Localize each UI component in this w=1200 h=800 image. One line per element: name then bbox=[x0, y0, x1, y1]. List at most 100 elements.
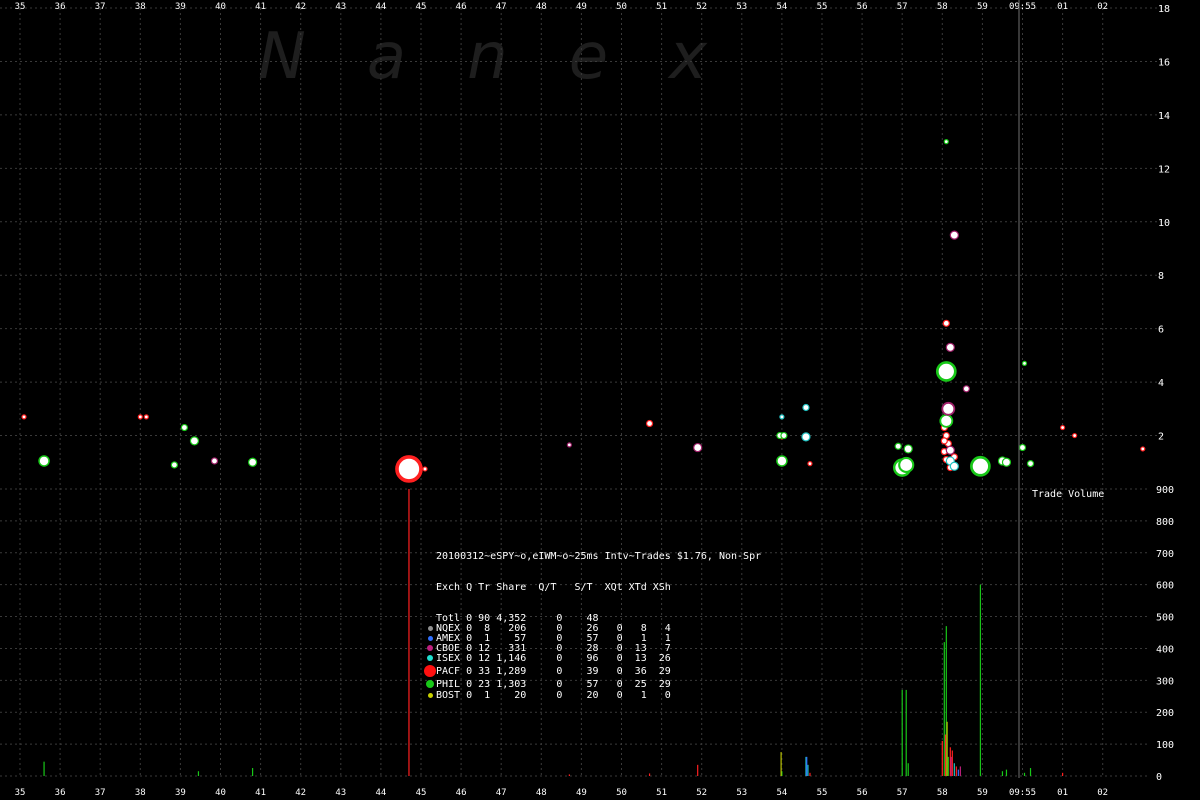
x-tick-label-top: 46 bbox=[456, 2, 467, 12]
trade-point-phil bbox=[1021, 360, 1028, 367]
trade-point-phil bbox=[943, 139, 949, 145]
trade-point-phil bbox=[935, 361, 957, 382]
x-tick-label-bottom: 41 bbox=[255, 788, 266, 798]
trade-point-cboe bbox=[945, 342, 955, 352]
x-tick-label-bottom: 56 bbox=[857, 788, 868, 798]
price-y-tick-label: 14 bbox=[1158, 111, 1170, 122]
y-axis-ticks: 2 4 6 8 10 12 14 16 18 0 100 200 300 400 500 600 700 800 9… bbox=[1156, 4, 1174, 783]
trade-point-phil bbox=[38, 455, 50, 467]
legend-row-text: BOST 0 1 20 0 20 0 1 0 bbox=[436, 690, 671, 702]
x-tick-label-top: 56 bbox=[857, 2, 868, 12]
trade-point-isex bbox=[779, 414, 785, 420]
trade-point-pacf bbox=[137, 414, 143, 420]
x-tick-label-bottom: 58 bbox=[937, 788, 948, 798]
trade-volume-label: Trade Volume bbox=[1032, 489, 1105, 500]
x-tick-label-bottom: 02 bbox=[1097, 788, 1108, 798]
nanex-watermark: N a n e x bbox=[258, 20, 708, 94]
x-tick-label-top: 52 bbox=[696, 2, 707, 12]
x-tick-label-top: 39 bbox=[175, 2, 186, 12]
trade-point-phil bbox=[776, 455, 788, 467]
trade-point-cboe bbox=[945, 445, 955, 455]
x-tick-label-top: 50 bbox=[616, 2, 627, 12]
trade-point-pacf bbox=[1072, 432, 1078, 439]
x-tick-label-bottom: 53 bbox=[736, 788, 747, 798]
volume-y-tick-label: 500 bbox=[1156, 613, 1174, 624]
legend-dot-icon bbox=[424, 679, 436, 691]
trade-point-isex bbox=[949, 461, 959, 471]
price-y-tick-label: 10 bbox=[1158, 218, 1170, 229]
trade-point-isex bbox=[801, 432, 811, 442]
legend-dot-icon bbox=[424, 654, 436, 664]
x-tick-label-top: 51 bbox=[656, 2, 667, 12]
legend-dot-icon bbox=[424, 664, 436, 680]
x-tick-label-top: 49 bbox=[576, 2, 587, 12]
trade-point-pacf bbox=[942, 319, 950, 327]
legend-row-text: ISEX 0 12 1,146 0 96 0 13 26 bbox=[436, 653, 671, 665]
price-points bbox=[21, 139, 1146, 483]
legend-row-text: PACF 0 33 1,289 0 39 0 36 29 bbox=[436, 666, 671, 678]
price-y-tick-label: 18 bbox=[1158, 4, 1170, 15]
x-tick-label-bottom: 43 bbox=[335, 788, 346, 798]
trade-point-phil bbox=[1026, 460, 1035, 468]
volume-y-tick-label: 800 bbox=[1156, 517, 1174, 528]
volume-y-tick-label: 700 bbox=[1156, 549, 1174, 560]
legend-rows: Totl 0 90 4,352 0 48 NQEX 0 8 206 0 26 0 … bbox=[424, 613, 761, 702]
x-tick-label-top: 36 bbox=[55, 2, 66, 12]
x-tick-label-bottom: 51 bbox=[656, 788, 667, 798]
x-tick-label-top: 02 bbox=[1097, 2, 1108, 12]
x-tick-label-top: 43 bbox=[335, 2, 346, 12]
x-tick-label-top: 53 bbox=[736, 2, 747, 12]
price-y-tick-label: 16 bbox=[1158, 57, 1170, 68]
volume-y-tick-label: 300 bbox=[1156, 676, 1174, 687]
x-tick-label-top: 44 bbox=[375, 2, 386, 12]
exchange-legend: 20100312~eSPY~o,eIWM~o~25ms Intv~Trades … bbox=[424, 532, 761, 711]
legend-row-text: PHIL 0 23 1,303 0 57 0 25 29 bbox=[436, 679, 671, 691]
x-tick-label-bottom: 46 bbox=[456, 788, 467, 798]
trade-point-phil bbox=[1018, 443, 1027, 452]
legend-dot-icon bbox=[424, 634, 436, 644]
x-tick-label-bottom: 01 bbox=[1057, 788, 1068, 798]
x-tick-label-top: 01 bbox=[1057, 2, 1068, 12]
trade-point-pacf bbox=[940, 437, 948, 445]
x-tick-label-bottom: 52 bbox=[696, 788, 707, 798]
trade-point-cboe bbox=[566, 442, 572, 448]
x-tick-label-top: 59 bbox=[977, 2, 988, 12]
trade-point-phil bbox=[189, 436, 200, 446]
x-tick-label-bottom: 47 bbox=[496, 788, 507, 798]
legend-dot-icon bbox=[424, 691, 436, 701]
x-tick-label-top: 55 bbox=[817, 2, 828, 12]
trade-point-phil bbox=[170, 461, 178, 469]
trade-point-pacf bbox=[21, 414, 27, 420]
volume-y-tick-label: 900 bbox=[1156, 485, 1174, 496]
trade-point-cboe bbox=[693, 442, 703, 453]
trade-point-phil bbox=[180, 423, 189, 432]
x-tick-label-bottom: 57 bbox=[897, 788, 908, 798]
price-y-tick-label: 4 bbox=[1158, 378, 1164, 389]
trade-point-cboe bbox=[949, 230, 959, 240]
x-tick-label-bottom: 40 bbox=[215, 788, 226, 798]
x-tick-label-top: 41 bbox=[255, 2, 266, 12]
trade-point-phil bbox=[780, 431, 788, 440]
x-tick-label-bottom: 55 bbox=[817, 788, 828, 798]
x-tick-label-bottom: 36 bbox=[55, 788, 66, 798]
price-y-tick-label: 12 bbox=[1158, 164, 1170, 175]
x-tick-label-bottom: 45 bbox=[416, 788, 427, 798]
trade-point-phil bbox=[939, 413, 954, 428]
x-tick-label-top: 42 bbox=[295, 2, 306, 12]
x-tick-label-top: 54 bbox=[776, 2, 787, 12]
volume-y-tick-label: 400 bbox=[1156, 644, 1174, 655]
volume-y-tick-label: 0 bbox=[1156, 772, 1162, 783]
trade-point-phil bbox=[903, 444, 913, 454]
price-y-tick-label: 6 bbox=[1158, 325, 1164, 336]
trade-point-pacf bbox=[422, 466, 428, 472]
trade-point-phil bbox=[970, 455, 991, 477]
trade-point-phil bbox=[894, 442, 902, 450]
x-tick-label-top: 48 bbox=[536, 2, 547, 12]
x-tick-label-top: 40 bbox=[215, 2, 226, 12]
x-tick-label-bottom: 54 bbox=[776, 788, 787, 798]
x-tick-label-top: 58 bbox=[937, 2, 948, 12]
trade-point-pacf bbox=[645, 419, 654, 428]
x-tick-label-top: 57 bbox=[897, 2, 908, 12]
x-tick-label-top: 35 bbox=[15, 2, 26, 12]
trade-point-pacf bbox=[1059, 424, 1066, 431]
